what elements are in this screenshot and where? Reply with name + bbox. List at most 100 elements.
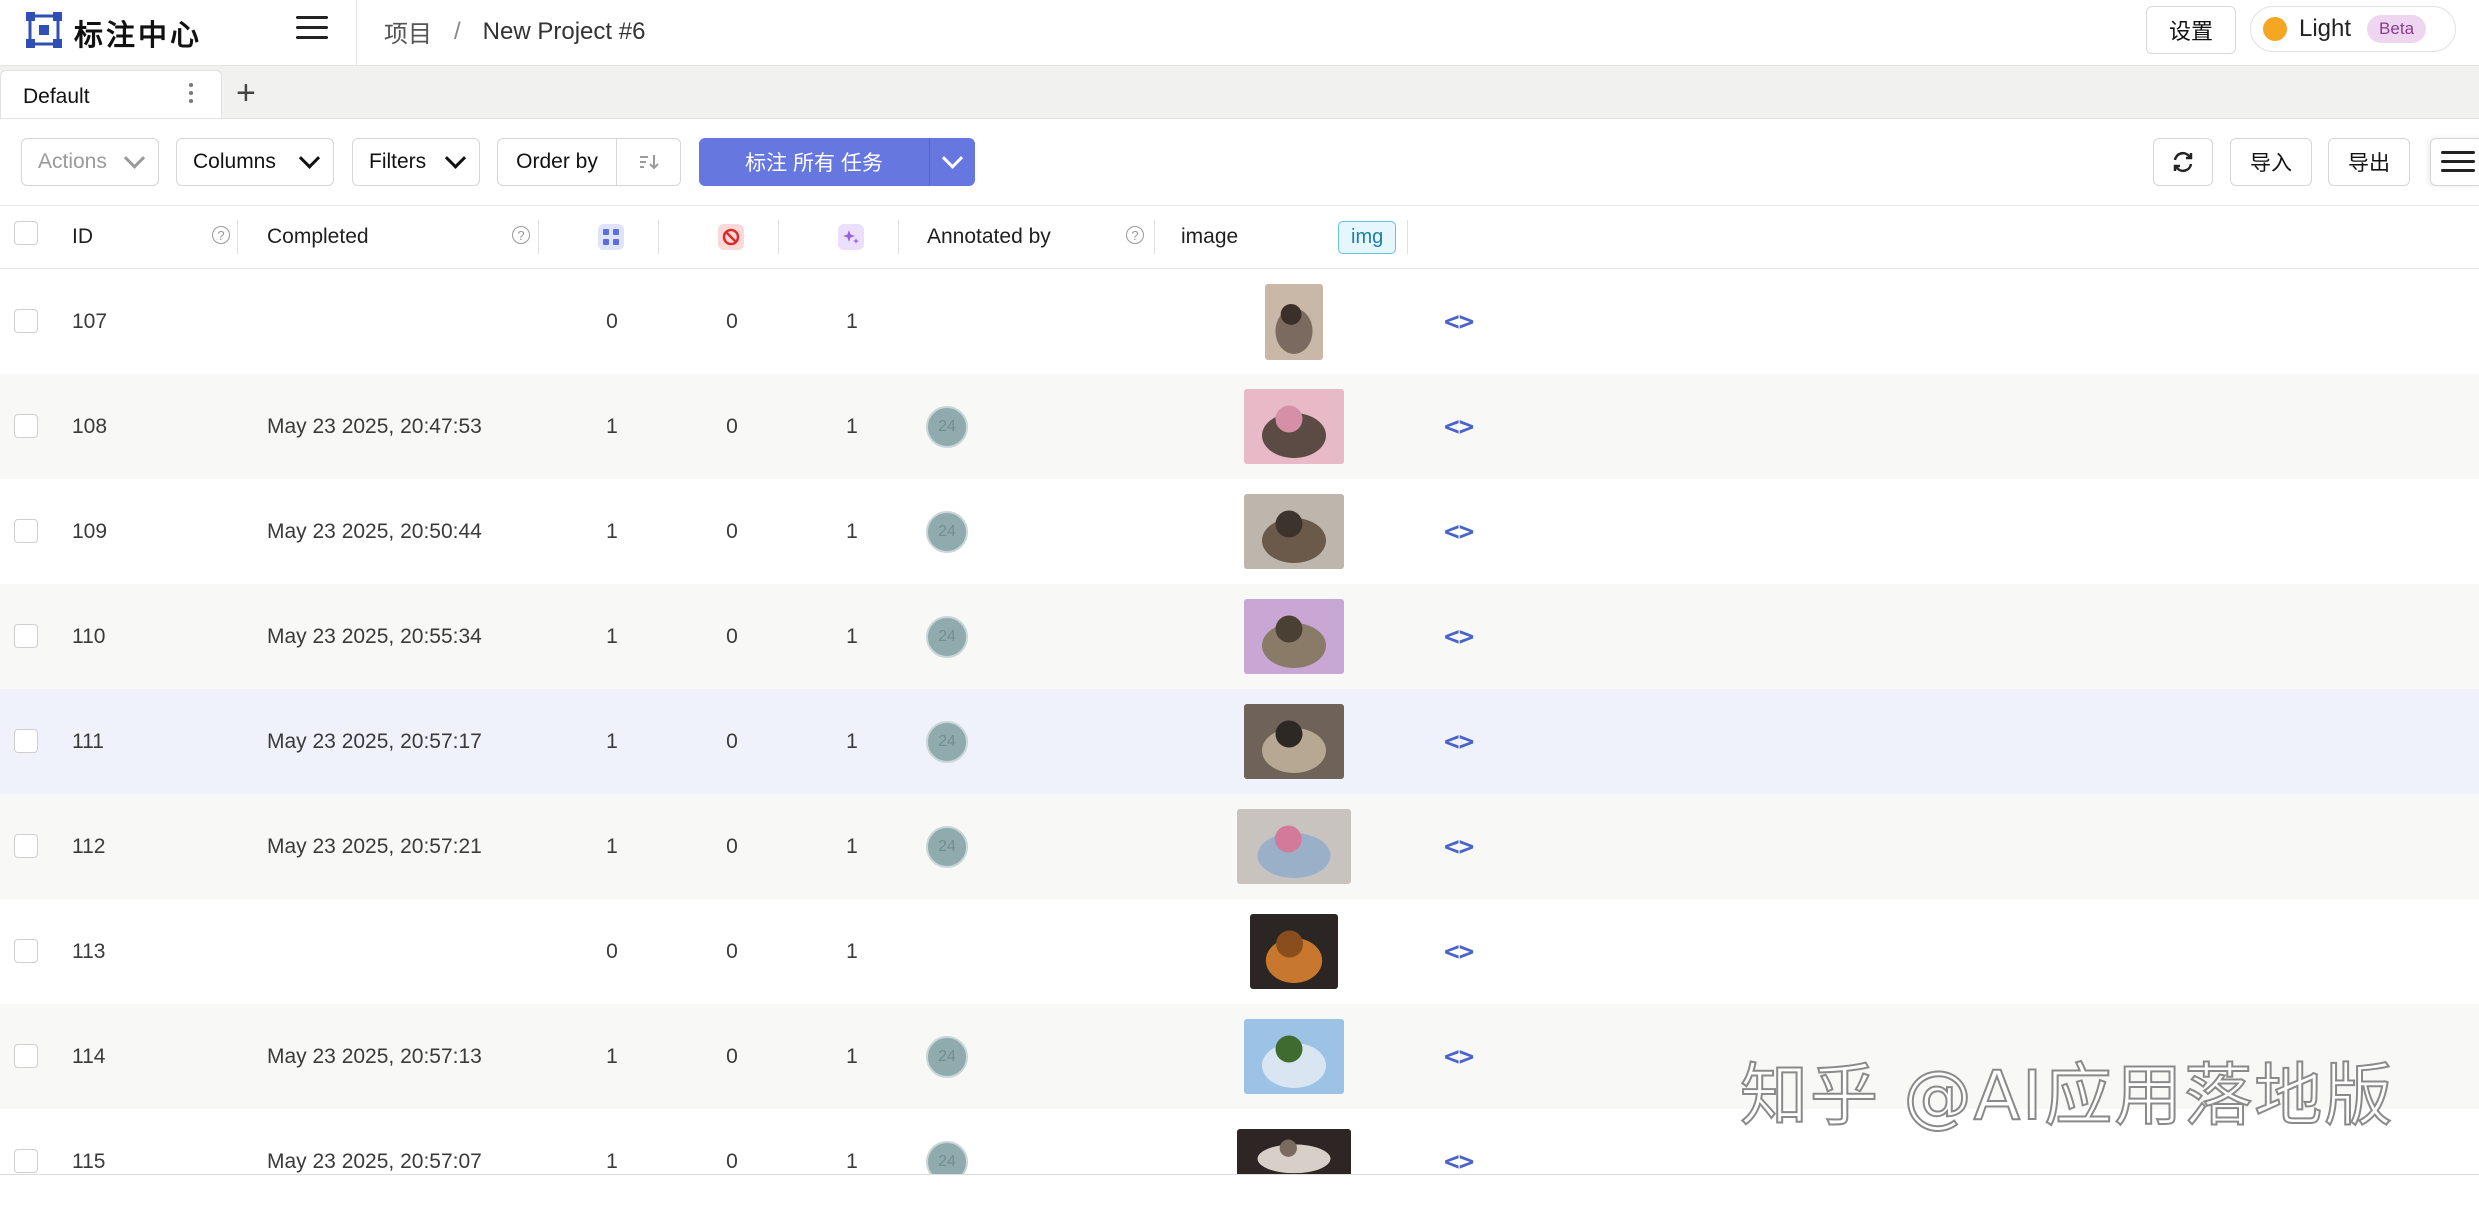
view-source-code-icon[interactable]: <> <box>1444 1004 1474 1109</box>
image-thumbnail[interactable] <box>1237 809 1351 884</box>
cell-id: 109 <box>72 519 108 543</box>
columns-dropdown[interactable]: Columns <box>176 138 334 186</box>
column-header-image[interactable]: image <box>1181 206 1238 268</box>
image-thumbnail[interactable] <box>1244 389 1344 464</box>
image-thumbnail[interactable] <box>1244 494 1344 569</box>
column-header-id[interactable]: ID <box>72 206 93 268</box>
breadcrumb-separator: / <box>454 17 461 45</box>
toolbar: Actions Columns Filters Order by 标注 所有 任… <box>0 119 2479 206</box>
help-icon[interactable]: ? <box>1126 226 1144 244</box>
divider <box>356 0 357 65</box>
cell-completed: May 23 2025, 20:50:44 <box>267 519 482 543</box>
cell-id: 112 <box>72 834 106 858</box>
table-row[interactable]: 112 May 23 2025, 20:57:21 1 0 1 24 <> <box>0 794 2479 899</box>
image-thumbnail[interactable] <box>1265 283 1323 360</box>
theme-toggle[interactable]: Light Beta <box>2250 6 2456 52</box>
column-separator <box>1154 220 1155 254</box>
column-header-cancelled[interactable] <box>718 206 744 268</box>
actions-dropdown[interactable]: Actions <box>21 138 159 186</box>
row-checkbox[interactable] <box>14 1044 38 1068</box>
import-button[interactable]: 导入 <box>2230 138 2312 186</box>
select-all-checkbox[interactable] <box>14 221 38 245</box>
export-button[interactable]: 导出 <box>2328 138 2410 186</box>
view-source-code-icon[interactable]: <> <box>1444 689 1474 794</box>
tab-default[interactable]: Default <box>0 70 222 118</box>
row-checkbox[interactable] <box>14 519 38 543</box>
avatar[interactable]: 24 <box>926 405 968 448</box>
image-thumbnail[interactable] <box>1237 1129 1351 1177</box>
refresh-button[interactable] <box>2153 138 2213 186</box>
add-tab-icon[interactable]: + <box>236 76 256 110</box>
avatar[interactable]: 24 <box>926 825 968 868</box>
table-row[interactable]: 107 0 0 1 <> <box>0 269 2479 374</box>
top-bar: 标注中心 项目 / New Project #6 设置 Light Beta <box>0 0 2479 66</box>
view-tabs: Default + <box>0 66 2479 119</box>
view-source-code-icon[interactable]: <> <box>1444 899 1474 1004</box>
avatar[interactable]: 24 <box>926 615 968 658</box>
chevron-down-icon <box>298 147 321 169</box>
predictions-sparkle-icon <box>838 224 864 250</box>
column-header-predictions[interactable] <box>838 206 864 268</box>
cell-predictions-count: 1 <box>846 309 858 333</box>
view-source-code-icon[interactable]: <> <box>1444 374 1474 479</box>
column-header-completed[interactable]: Completed <box>267 206 369 268</box>
help-icon[interactable]: ? <box>212 226 230 244</box>
table-row[interactable]: 111 May 23 2025, 20:57:17 1 0 1 24 <> <box>0 689 2479 794</box>
layout-menu-icon[interactable] <box>2430 138 2479 186</box>
row-checkbox[interactable] <box>14 729 38 753</box>
breadcrumb-projects[interactable]: 项目 <box>384 14 432 49</box>
column-header-annotations[interactable] <box>598 206 624 268</box>
row-checkbox[interactable] <box>14 834 38 858</box>
refresh-icon <box>2173 151 2193 173</box>
table-row[interactable]: 108 May 23 2025, 20:47:53 1 0 1 24 <> <box>0 374 2479 479</box>
bottom-scrollbar <box>0 1174 2479 1186</box>
cell-annotations-count: 1 <box>606 624 618 648</box>
table-row[interactable]: 113 0 0 1 <> <box>0 899 2479 1004</box>
view-source-code-icon[interactable]: <> <box>1444 1109 1474 1214</box>
view-source-code-icon[interactable]: <> <box>1444 584 1474 689</box>
image-thumbnail[interactable] <box>1244 599 1344 674</box>
main-menu-icon[interactable] <box>296 16 328 44</box>
annotations-count-icon <box>598 224 624 250</box>
column-separator <box>538 220 539 254</box>
table-row[interactable]: 109 May 23 2025, 20:50:44 1 0 1 24 <> <box>0 479 2479 584</box>
more-vertical-icon[interactable] <box>187 83 195 109</box>
cell-annotations-count: 1 <box>606 729 618 753</box>
cell-id: 107 <box>72 309 108 333</box>
help-icon[interactable]: ? <box>512 226 530 244</box>
chevron-down-icon <box>941 147 964 169</box>
cell-cancelled-count: 0 <box>726 1044 738 1068</box>
breadcrumb-project-name: New Project #6 <box>482 17 646 45</box>
label-options-dropdown[interactable] <box>929 138 975 186</box>
cell-predictions-count: 1 <box>846 939 858 963</box>
row-checkbox[interactable] <box>14 414 38 438</box>
settings-button[interactable]: 设置 <box>2146 6 2236 54</box>
row-checkbox[interactable] <box>14 1149 38 1173</box>
cell-predictions-count: 1 <box>846 729 858 753</box>
view-source-code-icon[interactable]: <> <box>1444 479 1474 584</box>
image-thumbnail[interactable] <box>1250 914 1338 989</box>
cell-cancelled-count: 0 <box>726 309 738 333</box>
cell-annotated-by: 24 <box>926 1004 968 1109</box>
label-all-tasks-button[interactable]: 标注 所有 任务 <box>699 138 975 186</box>
view-source-code-icon[interactable]: <> <box>1444 269 1474 374</box>
cell-id: 114 <box>72 1044 106 1068</box>
column-separator <box>658 220 659 254</box>
tab-label: Default <box>23 85 90 108</box>
row-checkbox[interactable] <box>14 624 38 648</box>
avatar[interactable]: 24 <box>926 1035 968 1078</box>
sort-direction-icon[interactable] <box>617 139 680 185</box>
row-checkbox[interactable] <box>14 309 38 333</box>
watermark: 知乎 @AI应用落地版 <box>1739 1056 2395 1137</box>
image-thumbnail[interactable] <box>1244 704 1344 779</box>
column-separator <box>898 220 899 254</box>
filters-dropdown[interactable]: Filters <box>352 138 480 186</box>
avatar[interactable]: 24 <box>926 510 968 553</box>
column-header-annotated-by[interactable]: Annotated by <box>927 206 1051 268</box>
avatar[interactable]: 24 <box>926 720 968 763</box>
table-row[interactable]: 110 May 23 2025, 20:55:34 1 0 1 24 <> <box>0 584 2479 689</box>
image-thumbnail[interactable] <box>1244 1019 1344 1094</box>
order-by-button[interactable]: Order by <box>498 139 617 185</box>
view-source-code-icon[interactable]: <> <box>1444 794 1474 899</box>
row-checkbox[interactable] <box>14 939 38 963</box>
